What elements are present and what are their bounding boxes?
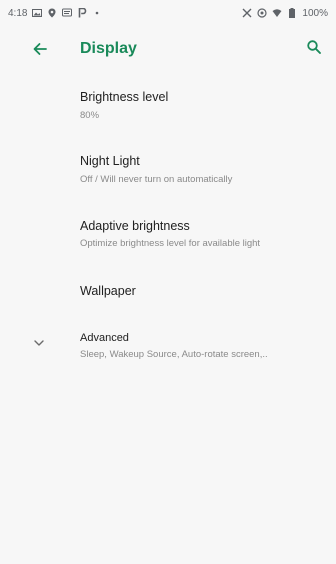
status-time: 4:18 — [8, 7, 28, 19]
dot-icon — [92, 8, 102, 18]
status-bar: 4:18 100% — [0, 0, 336, 26]
setting-summary: Sleep, Wakeup Source, Auto-rotate screen… — [80, 349, 268, 360]
data-icon — [257, 8, 268, 18]
image-icon — [32, 8, 43, 18]
setting-summary: Optimize brightness level for available … — [80, 238, 261, 249]
back-button[interactable] — [28, 39, 52, 63]
location-icon — [47, 8, 57, 18]
battery-icon — [287, 8, 297, 18]
setting-title: Wallpaper — [80, 284, 136, 298]
app-bar: Display — [0, 26, 336, 74]
setting-wallpaper[interactable]: Wallpaper — [0, 282, 336, 312]
arrow-back-icon — [32, 41, 48, 62]
setting-night-light[interactable]: Night Light Off / Will never turn on aut… — [0, 152, 336, 196]
message-icon — [62, 8, 73, 18]
setting-title: Advanced — [80, 332, 129, 344]
battery-percent: 100% — [302, 7, 328, 19]
status-left: 4:18 — [8, 8, 102, 19]
setting-brightness-level[interactable]: Brightness level 80% — [0, 88, 336, 132]
search-icon — [306, 39, 322, 60]
wifi-icon — [272, 8, 282, 18]
setting-summary: Off / Will never turn on automatically — [80, 174, 233, 185]
page-title: Display — [80, 40, 137, 57]
setting-advanced[interactable]: Advanced Sleep, Wakeup Source, Auto-rota… — [0, 330, 336, 374]
setting-title: Night Light — [80, 154, 140, 168]
setting-summary: 80% — [80, 110, 100, 121]
parking-icon — [77, 8, 87, 18]
setting-title: Brightness level — [80, 90, 169, 104]
chevron-down-icon — [32, 336, 46, 350]
setting-adaptive-brightness[interactable]: Adaptive brightness Optimize brightness … — [0, 217, 336, 261]
mute-icon — [242, 8, 252, 18]
status-right: 100% — [242, 8, 328, 19]
setting-title: Adaptive brightness — [80, 219, 190, 233]
search-button[interactable] — [302, 37, 326, 61]
